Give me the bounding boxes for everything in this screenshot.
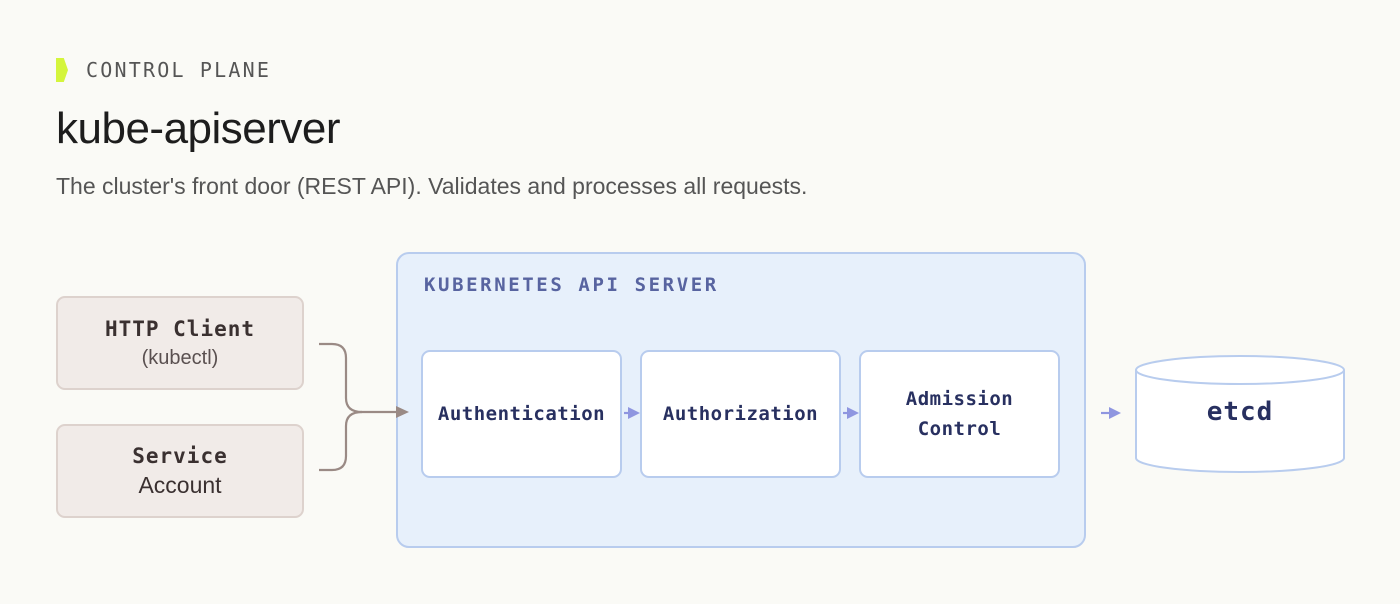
client-merge-arrow-icon	[319, 342, 409, 472]
connector-layer	[319, 342, 1345, 473]
auth-to-authz-arrow-icon	[624, 407, 640, 419]
authz-to-admission-arrow-icon	[843, 407, 859, 419]
server-to-etcd-arrow-icon	[1101, 407, 1121, 419]
etcd-label: etcd	[1206, 397, 1274, 427]
